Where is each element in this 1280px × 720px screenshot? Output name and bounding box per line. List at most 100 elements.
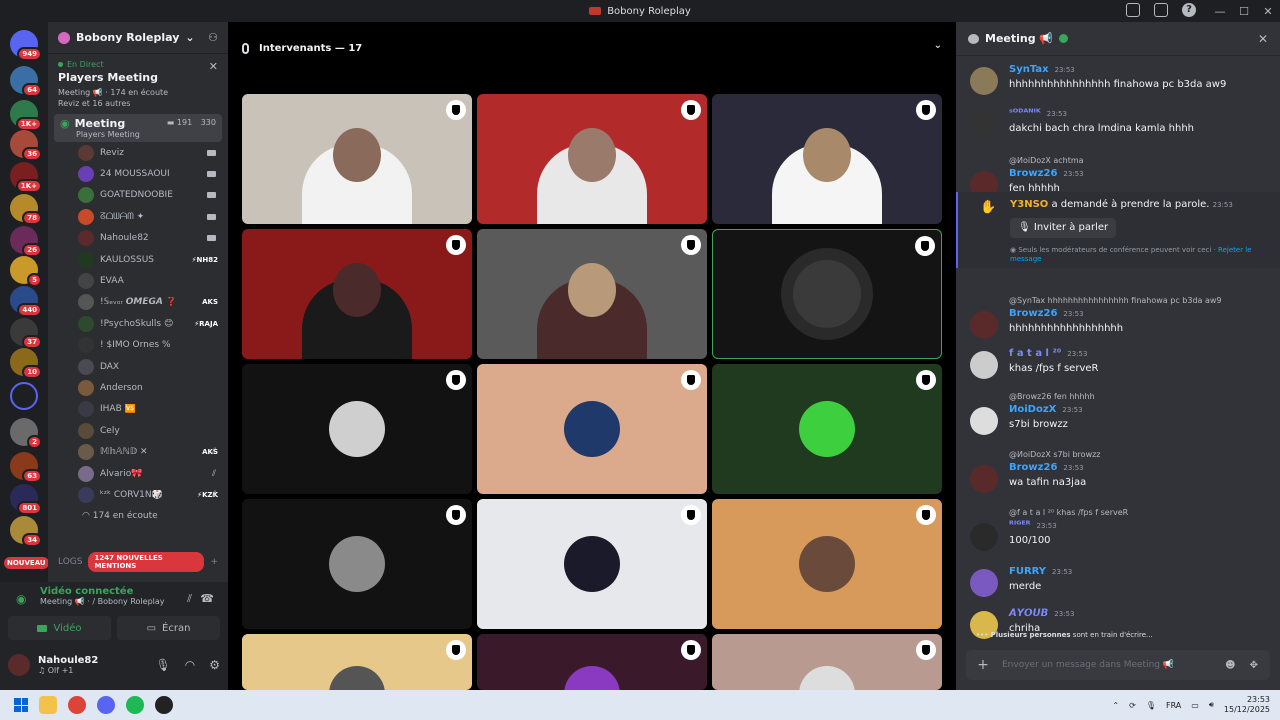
language-indicator[interactable]: FRA: [1166, 701, 1181, 710]
app-icon[interactable]: [155, 696, 173, 714]
voice-user[interactable]: Reviz: [48, 142, 228, 163]
close-button[interactable]: ✕: [1256, 5, 1280, 18]
video-button[interactable]: Vidéo: [8, 616, 111, 640]
voice-user[interactable]: ᘔᗝᗯᗩᗰ ✦: [48, 206, 228, 227]
speakers-header[interactable]: Intervenants — 17 ⌄: [228, 22, 956, 74]
invite-to-speak-button[interactable]: 🎙︎ Inviter à parler: [1010, 218, 1117, 238]
server-icon[interactable]: 2: [10, 418, 42, 449]
server-icon[interactable]: 5: [10, 256, 42, 287]
voice-user[interactable]: 24 MOUSSAOUI: [48, 163, 228, 184]
server-icon[interactable]: 37: [10, 318, 42, 349]
chevron-up-icon[interactable]: ⌃: [1112, 701, 1119, 710]
speaker-tile[interactable]: [712, 634, 942, 690]
server-icon[interactable]: 64: [10, 66, 42, 97]
reply-preview[interactable]: @SynTax hhhhhhhhhhhhhhhh finahowa pc b3d…: [1009, 296, 1222, 305]
reply-preview[interactable]: @Browz26 fen hhhhh: [1009, 392, 1095, 401]
speaker-tile[interactable]: [712, 229, 942, 359]
help-icon[interactable]: ?: [1182, 3, 1196, 17]
discord-icon[interactable]: [97, 696, 115, 714]
voice-user[interactable]: ᵏᶻᵏ CORV1N🎲 ⚡KZK ⫽: [48, 484, 228, 505]
username[interactable]: ˢᴼᴰᴬᴺᴵᴷ 23:53: [1009, 108, 1067, 119]
avatar[interactable]: [970, 523, 998, 551]
close-icon[interactable]: ✕: [1258, 32, 1268, 46]
reply-preview[interactable]: @ИoiDozX s7bi browzz: [1009, 450, 1101, 459]
server-icon[interactable]: 1K+: [10, 162, 42, 193]
home-server-icon[interactable]: 949: [10, 30, 42, 61]
chevron-down-icon[interactable]: ⌄: [934, 40, 942, 51]
voice-user[interactable]: ! $IMO Ornes %: [48, 335, 228, 356]
voice-user[interactable]: IHAB 🆚: [48, 399, 228, 420]
speaker-tile[interactable]: [242, 634, 472, 690]
reply-preview[interactable]: @ИoiDozX achtma: [1009, 156, 1084, 165]
microphone-icon[interactable]: 🎙︎: [1146, 701, 1156, 710]
server-icon[interactable]: 440: [10, 286, 42, 317]
voice-user[interactable]: Anderson: [48, 377, 228, 398]
avatar[interactable]: [8, 654, 30, 676]
voice-user[interactable]: EVAA: [48, 270, 228, 291]
username[interactable]: ᴿᴵᴳᴱᴿ 23:53: [1009, 520, 1057, 531]
server-icon[interactable]: 63: [10, 452, 42, 483]
noise-suppression-icon[interactable]: ⫽: [187, 592, 192, 606]
username[interactable]: f a t a l ²⁰ 23:53: [1009, 348, 1087, 359]
username[interactable]: ИoiDozX 23:53: [1009, 404, 1083, 415]
server-icon[interactable]: 801: [10, 484, 42, 515]
avatar[interactable]: [970, 311, 998, 339]
microphone-icon[interactable]: 🎙︎: [156, 658, 171, 672]
new-mentions-badge[interactable]: 1247 NOUVELLES MENTIONS: [88, 552, 205, 572]
add-attachment-icon[interactable]: +: [972, 657, 994, 673]
emoji-icon[interactable]: ☻: [1225, 660, 1235, 671]
voice-user[interactable]: !PsychoSkulls 😊 ⚡RAJA: [48, 313, 228, 334]
username[interactable]: Browz26 23:53: [1009, 308, 1084, 319]
inbox-icon[interactable]: [1154, 3, 1168, 17]
speaker-tile[interactable]: [477, 229, 707, 359]
avatar[interactable]: [970, 67, 998, 95]
voice-user[interactable]: Nahoule82: [48, 228, 228, 249]
speaker-tile[interactable]: [477, 364, 707, 494]
voice-user[interactable]: KAULOSSUS ⚡NH82: [48, 249, 228, 270]
avatar[interactable]: [970, 569, 998, 597]
disconnect-icon[interactable]: ☎: [200, 592, 214, 605]
listeners-count[interactable]: ◠ 174 en écoute: [48, 506, 228, 526]
avatar[interactable]: [970, 407, 998, 435]
voice-user[interactable]: !𝕊ₑᵥₒᵣ 𝙊𝙈𝙀𝙂𝘼 ❓ AKS: [48, 292, 228, 313]
server-icon[interactable]: 10: [10, 348, 42, 379]
server-icon[interactable]: 26: [10, 226, 42, 257]
speaker-tile[interactable]: [242, 94, 472, 224]
speaker-tile[interactable]: [242, 499, 472, 629]
screen-share-button[interactable]: ▭ Écran: [117, 616, 220, 640]
close-icon[interactable]: ✕: [209, 60, 218, 73]
speaker-tile[interactable]: [712, 364, 942, 494]
live-stage-card[interactable]: En Direct Players Meeting Meeting 📢 · 17…: [48, 54, 228, 114]
maximize-button[interactable]: ☐: [1232, 5, 1256, 18]
headphones-icon[interactable]: ◠: [185, 658, 195, 672]
minimize-button[interactable]: —: [1208, 5, 1232, 18]
folder-icon[interactable]: [10, 382, 38, 410]
speaker-tile[interactable]: [712, 94, 942, 224]
message-input[interactable]: + Envoyer un message dans Meeting 📢 ☻ ✥: [966, 650, 1270, 680]
file-explorer-icon[interactable]: [39, 696, 57, 714]
gear-icon[interactable]: ⚙: [209, 658, 220, 672]
speaker-tile[interactable]: [477, 94, 707, 224]
spotify-icon[interactable]: [126, 696, 144, 714]
speaker-tile[interactable]: [712, 499, 942, 629]
clock[interactable]: 23:53 15/12/2025: [1224, 695, 1270, 715]
reply-preview[interactable]: @f a t a l ²⁰ khas /fps f serveR: [1009, 508, 1128, 517]
network-icon[interactable]: ▭: [1191, 701, 1199, 710]
server-icon[interactable]: 1K+: [10, 100, 42, 131]
speaker-tile[interactable]: [477, 634, 707, 690]
username[interactable]: FURRY 23:53: [1009, 566, 1072, 577]
stage-channel-meeting[interactable]: ◉ Meeting Players Meeting ▬ 191 330: [54, 114, 222, 142]
server-header[interactable]: Bobony Roleplay ⌄ ⚇: [48, 22, 228, 54]
voice-user[interactable]: DAX: [48, 356, 228, 377]
windows-start-icon[interactable]: [14, 698, 28, 712]
server-icon[interactable]: 78: [10, 194, 42, 225]
username[interactable]: Browz26 23:53: [1009, 462, 1084, 473]
add-channel-icon[interactable]: +: [210, 557, 218, 567]
voice-user[interactable]: 𝕄𝕙𝔸ℕ𝔻 ✕ AKS ⫽: [48, 441, 228, 462]
volume-icon[interactable]: 🔊︎: [1209, 700, 1214, 710]
sync-icon[interactable]: ⟳: [1129, 701, 1136, 710]
username[interactable]: SynTax 23:53: [1009, 64, 1075, 75]
chrome-icon[interactable]: [68, 696, 86, 714]
new-servers-badge[interactable]: NOUVEAU: [4, 557, 49, 569]
speaker-tile[interactable]: [242, 364, 472, 494]
